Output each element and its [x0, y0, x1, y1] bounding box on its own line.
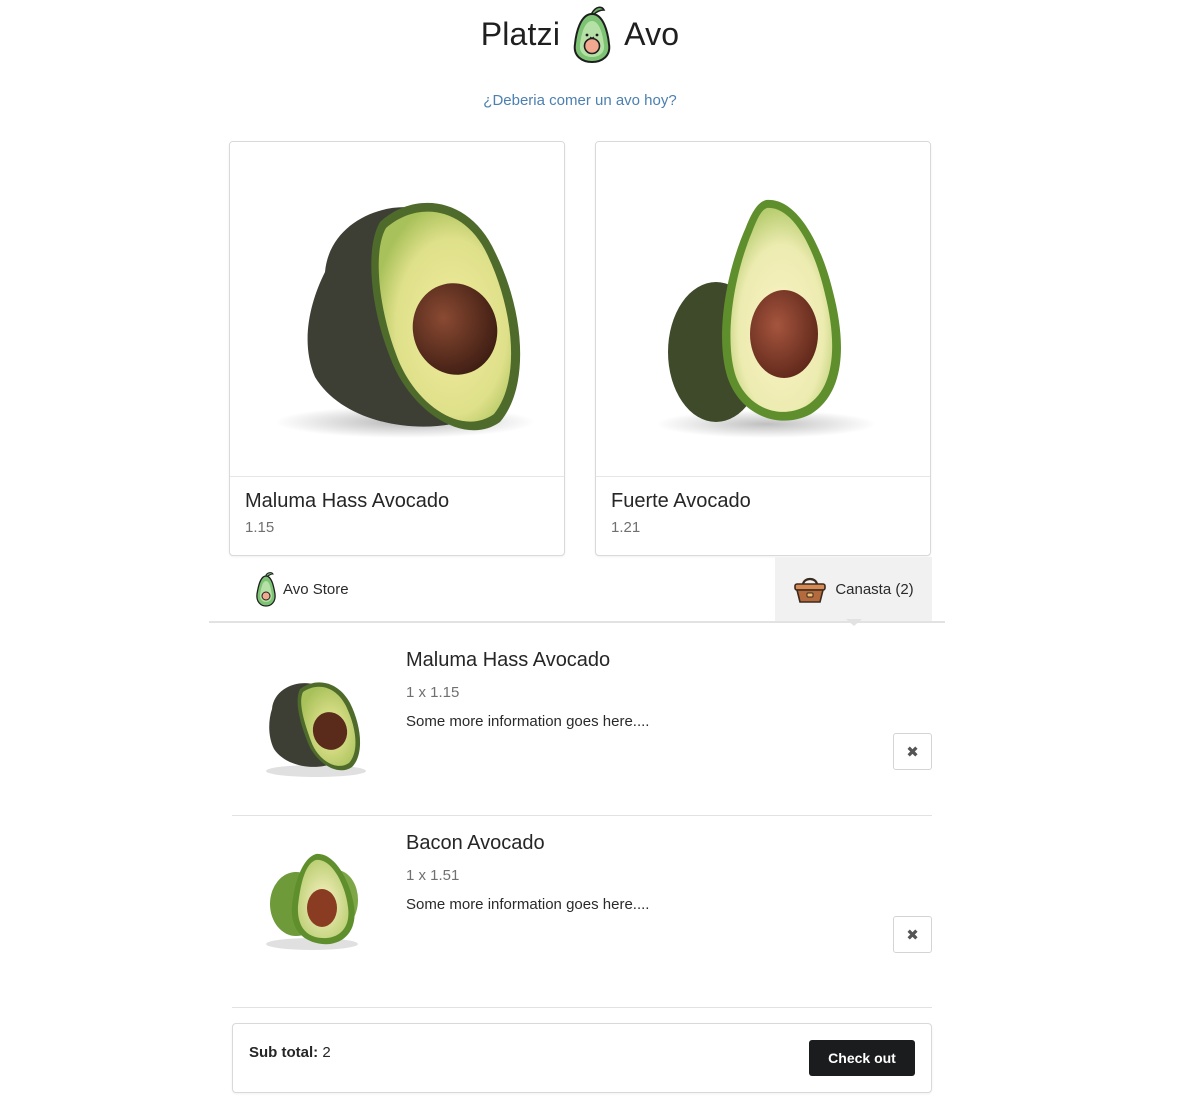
cart-item-quantity: 1 x 1.15	[406, 684, 460, 701]
cart-item-description: Some more information goes here....	[406, 713, 650, 730]
cart-item: Bacon Avocado 1 x 1.51 Some more informa…	[232, 816, 932, 1008]
cart-item-name: Maluma Hass Avocado	[406, 649, 611, 671]
product-name: Fuerte Avocado	[611, 490, 751, 512]
page: Platzi Avo ¿Deberia comer un avo hoy? Ma…	[0, 0, 1181, 1106]
cart-item-name: Bacon Avocado	[406, 832, 545, 854]
product-price: 1.21	[611, 519, 641, 536]
cart-item-image	[250, 828, 376, 954]
brand-left-text: Platzi	[480, 15, 561, 52]
subtotal: Sub total: 2	[249, 1044, 331, 1061]
product-card[interactable]: Fuerte Avocado 1.21	[595, 141, 931, 556]
basket-icon	[793, 574, 827, 604]
basket-label: Canasta (2)	[835, 580, 914, 598]
checkout-summary: Sub total: 2 Check out	[232, 1023, 932, 1093]
product-image	[230, 142, 564, 477]
navigation-bar: Avo Store Canasta (2)	[209, 557, 945, 626]
tagline-link[interactable]: ¿Deberia comer un avo hoy?	[0, 92, 1160, 109]
cart-item-description: Some more information goes here....	[406, 896, 650, 913]
avo-store-label: Avo Store	[283, 580, 349, 598]
brand-right-text: Avo	[624, 15, 680, 52]
cart-item-image	[250, 659, 376, 785]
cart-item: Maluma Hass Avocado 1 x 1.15 Some more i…	[232, 633, 932, 816]
avocado-mascot-icon	[570, 4, 614, 64]
basket-link[interactable]: Canasta (2)	[775, 557, 932, 621]
product-image	[596, 142, 930, 477]
remove-item-button[interactable]: ✖	[893, 916, 932, 953]
product-price: 1.15	[245, 519, 275, 536]
product-card[interactable]: Maluma Hass Avocado 1.15	[229, 141, 565, 556]
checkout-button[interactable]: Check out	[809, 1040, 915, 1076]
close-icon: ✖	[906, 743, 919, 761]
site-logo[interactable]: Platzi Avo	[0, 2, 1160, 66]
avo-store-link[interactable]: Avo Store	[255, 569, 349, 609]
remove-item-button[interactable]: ✖	[893, 733, 932, 770]
cart-item-quantity: 1 x 1.51	[406, 867, 460, 884]
close-icon: ✖	[906, 926, 919, 944]
subtotal-label: Sub total:	[249, 1044, 319, 1061]
subtotal-value: 2	[322, 1044, 331, 1061]
basket-pointer	[846, 619, 862, 626]
avocado-icon	[255, 571, 277, 607]
product-name: Maluma Hass Avocado	[245, 490, 450, 512]
